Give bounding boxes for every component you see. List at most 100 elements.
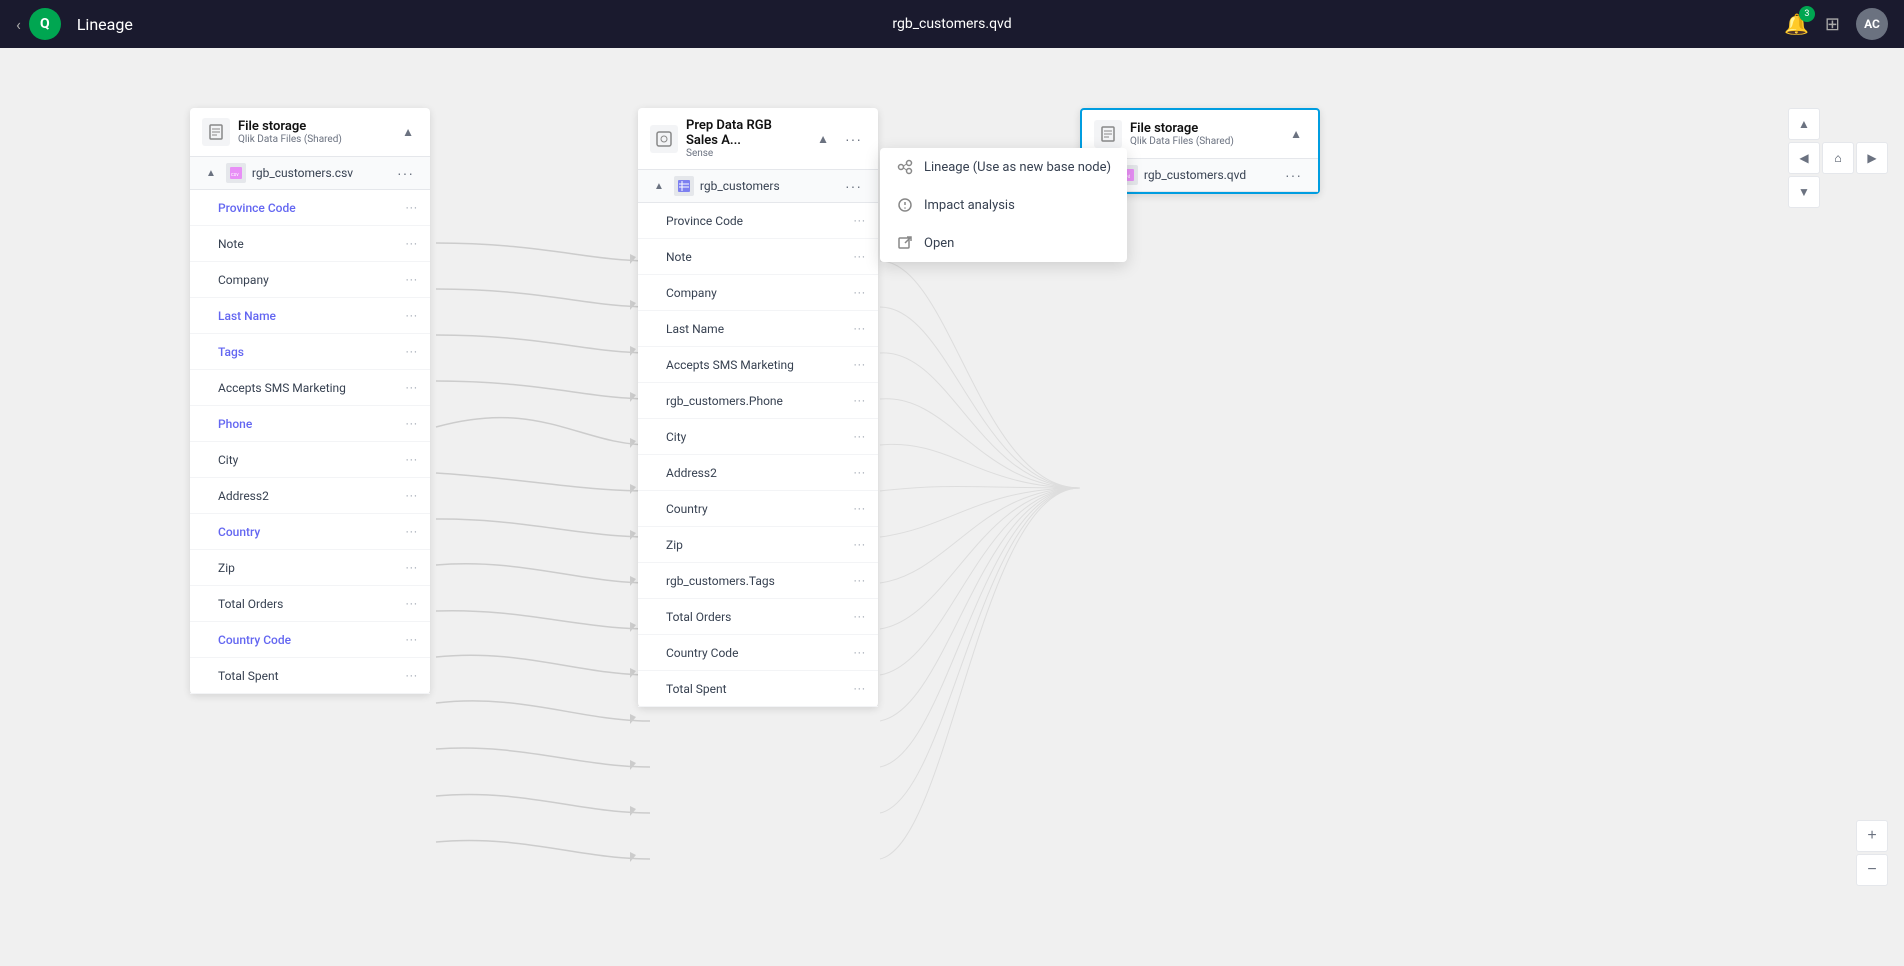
context-menu-impact[interactable]: Impact analysis bbox=[880, 186, 1127, 224]
notifications-button[interactable]: 🔔 3 bbox=[1784, 12, 1809, 36]
field-menu[interactable]: ··· bbox=[406, 237, 418, 251]
zoom-out-button[interactable]: − bbox=[1856, 854, 1888, 886]
card2-field-row: Note··· bbox=[638, 239, 878, 275]
field-menu[interactable]: ··· bbox=[854, 214, 866, 228]
nav-down-button[interactable]: ▼ bbox=[1788, 176, 1820, 208]
card-file-storage-left: File storage Qlik Data Files (Shared) ▲ … bbox=[190, 108, 430, 694]
field-menu[interactable]: ··· bbox=[406, 417, 418, 431]
card2-field-row: Address2··· bbox=[638, 455, 878, 491]
card1-field-row: Country Code··· bbox=[190, 622, 430, 658]
card2-field-row: rgb_customers.Tags··· bbox=[638, 563, 878, 599]
section-collapse-1[interactable]: ▲ bbox=[202, 166, 220, 181]
field-menu[interactable]: ··· bbox=[854, 466, 866, 480]
apps-button[interactable]: ⊞ bbox=[1825, 14, 1840, 35]
card-header-2: Prep Data RGB Sales A... Sense ▲ ··· bbox=[638, 108, 878, 170]
field-name: Last Name bbox=[218, 309, 406, 323]
field-menu[interactable]: ··· bbox=[406, 597, 418, 611]
card2-field-row: Accepts SMS Marketing··· bbox=[638, 347, 878, 383]
card-header-text-2: Prep Data RGB Sales A... Sense bbox=[686, 118, 805, 159]
field-name: Tags bbox=[218, 345, 406, 359]
user-avatar[interactable]: AC bbox=[1856, 8, 1888, 40]
nav-home-button[interactable]: ⌂ bbox=[1822, 142, 1854, 174]
section-header-2: ▲ rgb_customers ··· bbox=[638, 170, 878, 203]
field-name: Total Orders bbox=[218, 597, 406, 611]
field-menu[interactable]: ··· bbox=[854, 430, 866, 444]
card1-field-row: Company··· bbox=[190, 262, 430, 298]
field-name: Address2 bbox=[218, 489, 406, 503]
card-header-text-3: File storage Qlik Data Files (Shared) bbox=[1130, 121, 1278, 147]
card-collapse-3[interactable]: ▲ bbox=[1286, 125, 1306, 143]
field-menu[interactable]: ··· bbox=[406, 453, 418, 467]
field-name: Country bbox=[666, 502, 854, 516]
field-menu[interactable]: ··· bbox=[406, 669, 418, 683]
field-menu[interactable]: ··· bbox=[406, 273, 418, 287]
open-icon bbox=[896, 234, 914, 252]
card-collapse-2[interactable]: ▲ bbox=[813, 130, 833, 148]
field-name: Country Code bbox=[218, 633, 406, 647]
table-icon bbox=[674, 176, 694, 196]
section-title-1: rgb_customers.csv bbox=[252, 166, 387, 180]
nav-up-button[interactable]: ▲ bbox=[1788, 108, 1820, 140]
field-name: Country Code bbox=[666, 646, 854, 660]
card-header-text-1: File storage Qlik Data Files (Shared) bbox=[238, 119, 390, 145]
field-menu[interactable]: ··· bbox=[854, 394, 866, 408]
card2-field-row: Country··· bbox=[638, 491, 878, 527]
file-storage-icon-3 bbox=[1094, 120, 1122, 148]
section-menu-3[interactable]: ··· bbox=[1281, 165, 1306, 185]
field-menu[interactable]: ··· bbox=[854, 502, 866, 516]
qlik-logo: Q bbox=[29, 8, 61, 40]
topbar-left: ‹ Q Lineage bbox=[16, 8, 216, 40]
field-menu[interactable]: ··· bbox=[854, 646, 866, 660]
field-menu[interactable]: ··· bbox=[406, 381, 418, 395]
section-collapse-2[interactable]: ▲ bbox=[650, 179, 668, 194]
field-menu[interactable]: ··· bbox=[406, 633, 418, 647]
card2-field-row: rgb_customers.Phone··· bbox=[638, 383, 878, 419]
context-menu-open[interactable]: Open bbox=[880, 224, 1127, 262]
field-name: Country bbox=[218, 525, 406, 539]
field-menu[interactable]: ··· bbox=[854, 574, 866, 588]
field-menu[interactable]: ··· bbox=[854, 250, 866, 264]
card1-field-row: Total Spent··· bbox=[190, 658, 430, 694]
context-menu-lineage[interactable]: Lineage (Use as new base node) bbox=[880, 148, 1127, 186]
nav-left-button[interactable]: ◀ bbox=[1788, 142, 1820, 174]
card1-field-row: Last Name··· bbox=[190, 298, 430, 334]
field-menu[interactable]: ··· bbox=[854, 358, 866, 372]
field-name: Total Spent bbox=[218, 669, 406, 683]
card1-field-row: Tags··· bbox=[190, 334, 430, 370]
nav-right-button[interactable]: ▶ bbox=[1856, 142, 1888, 174]
topbar-right: 🔔 3 ⊞ AC bbox=[1688, 8, 1888, 40]
card1-field-row: City··· bbox=[190, 442, 430, 478]
card2-fields: Province Code···Note···Company···Last Na… bbox=[638, 203, 878, 707]
field-menu[interactable]: ··· bbox=[406, 309, 418, 323]
field-menu[interactable]: ··· bbox=[406, 525, 418, 539]
field-name: Accepts SMS Marketing bbox=[666, 358, 854, 372]
card-menu-2[interactable]: ··· bbox=[841, 129, 866, 149]
field-menu[interactable]: ··· bbox=[854, 682, 866, 696]
zoom-controls: + − bbox=[1856, 820, 1888, 886]
section-menu-1[interactable]: ··· bbox=[393, 163, 418, 183]
card2-field-row: Country Code··· bbox=[638, 635, 878, 671]
card1-field-row: Total Orders··· bbox=[190, 586, 430, 622]
zoom-in-button[interactable]: + bbox=[1856, 820, 1888, 852]
prep-data-icon bbox=[650, 125, 678, 153]
field-name: Last Name bbox=[666, 322, 854, 336]
field-menu[interactable]: ··· bbox=[406, 345, 418, 359]
field-menu[interactable]: ··· bbox=[406, 561, 418, 575]
section-menu-2[interactable]: ··· bbox=[841, 176, 866, 196]
field-menu[interactable]: ··· bbox=[854, 286, 866, 300]
context-impact-label: Impact analysis bbox=[924, 198, 1015, 213]
field-menu[interactable]: ··· bbox=[406, 201, 418, 215]
field-menu[interactable]: ··· bbox=[854, 538, 866, 552]
context-lineage-label: Lineage (Use as new base node) bbox=[924, 160, 1111, 175]
field-name: Zip bbox=[666, 538, 854, 552]
card-collapse-1[interactable]: ▲ bbox=[398, 123, 418, 141]
field-menu[interactable]: ··· bbox=[854, 610, 866, 624]
lineage-title: Lineage bbox=[77, 15, 133, 34]
field-menu[interactable]: ··· bbox=[406, 489, 418, 503]
back-button[interactable]: ‹ bbox=[16, 15, 21, 34]
context-menu: Lineage (Use as new base node) Impact an… bbox=[880, 148, 1127, 262]
card1-field-row: Zip··· bbox=[190, 550, 430, 586]
field-menu[interactable]: ··· bbox=[854, 322, 866, 336]
card2-field-row: City··· bbox=[638, 419, 878, 455]
card-title-1: File storage bbox=[238, 119, 390, 134]
